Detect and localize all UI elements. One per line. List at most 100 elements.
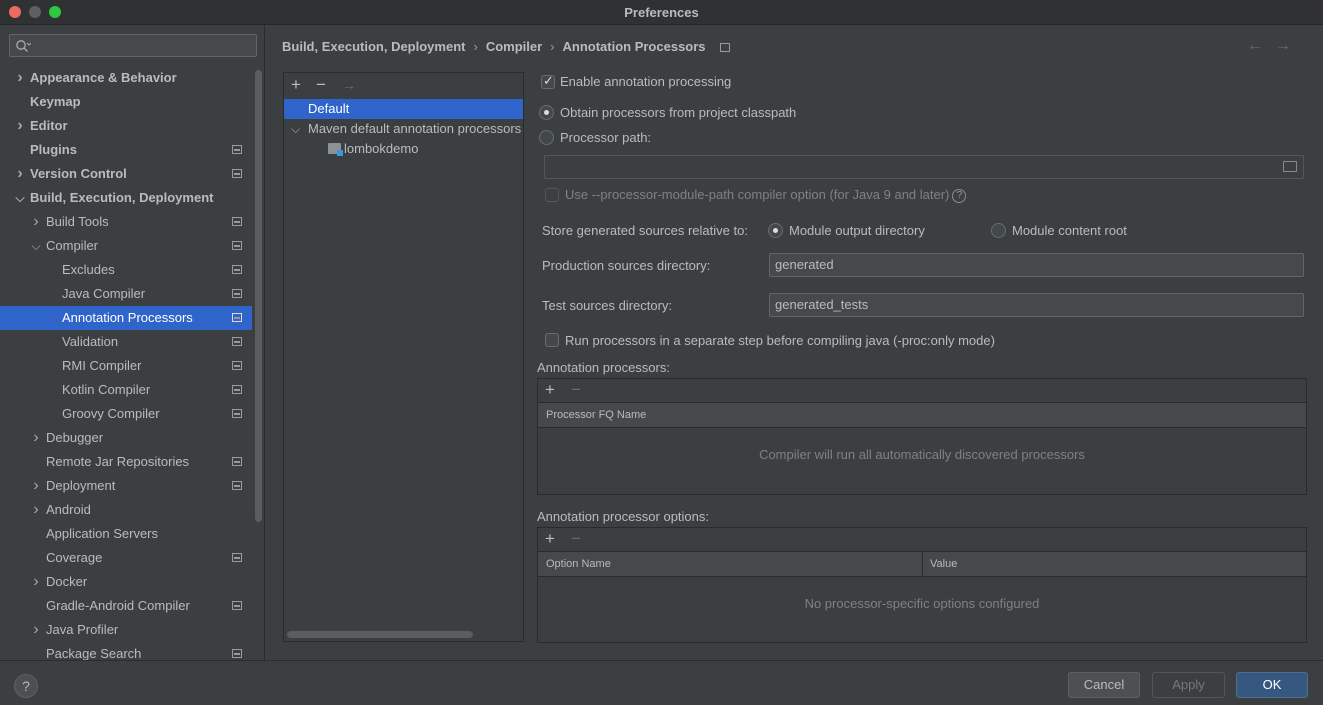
project-scope-icon	[719, 43, 730, 52]
project-scope-icon	[232, 265, 242, 274]
column-header-processor-fq-name[interactable]: Processor FQ Name	[546, 403, 646, 428]
move-module-icon[interactable]: →	[342, 76, 356, 94]
production-sources-field[interactable]: generated	[769, 253, 1304, 277]
chevron-right-icon[interactable]: ›	[30, 570, 42, 594]
sidebar-item-label: Groovy Compiler	[62, 406, 160, 421]
module-folder-icon	[328, 143, 343, 156]
enable-annotation-processing-label: Enable annotation processing	[560, 74, 732, 89]
sidebar-item-android[interactable]: › Android	[0, 498, 252, 522]
add-profile-icon[interactable]: +	[291, 76, 301, 94]
processor-path-radio[interactable]	[539, 130, 554, 145]
sidebar-item-java-profiler[interactable]: › Java Profiler	[0, 618, 252, 642]
processor-options-table: + − Option Name Value No processor-speci…	[537, 527, 1307, 643]
processor-options-title: Annotation processor options:	[537, 509, 709, 524]
sidebar-item-build-tools[interactable]: › Build Tools	[0, 210, 252, 234]
add-option-icon[interactable]: +	[545, 530, 555, 548]
project-scope-icon	[232, 457, 242, 466]
sidebar-item-validation[interactable]: Validation	[0, 330, 252, 354]
processor-module-path-checkbox[interactable]	[545, 188, 559, 202]
processor-path-field[interactable]	[544, 155, 1304, 179]
project-scope-icon	[232, 337, 242, 346]
annotation-processors-title: Annotation processors:	[537, 360, 670, 375]
chevron-down-icon[interactable]: ⌵	[30, 234, 42, 258]
ok-button[interactable]: OK	[1236, 672, 1308, 698]
sidebar-item-annotation-processors[interactable]: Annotation Processors	[0, 306, 252, 330]
remove-option-icon[interactable]: −	[571, 530, 581, 548]
chevron-right-icon[interactable]: ›	[14, 162, 26, 186]
profile-default[interactable]: Default	[284, 99, 523, 119]
browse-folder-icon[interactable]	[1283, 161, 1297, 172]
sidebar-item-deployment[interactable]: › Deployment	[0, 474, 252, 498]
help-icon[interactable]: ?	[952, 189, 967, 203]
options-empty-message: No processor-specific options configured	[804, 596, 1040, 611]
profiles-horizontal-scrollbar[interactable]	[287, 631, 473, 638]
enable-annotation-processing-checkbox[interactable]	[541, 73, 555, 89]
processors-empty-message: Compiler will run all automatically disc…	[759, 447, 1085, 462]
project-scope-icon	[232, 145, 242, 154]
sidebar-item-gradle-android-compiler[interactable]: Gradle-Android Compiler	[0, 594, 252, 618]
breadcrumb: Build, Execution, Deployment › Compiler › An…	[282, 39, 730, 54]
sidebar-item-docker[interactable]: › Docker	[0, 570, 252, 594]
project-scope-icon	[232, 217, 242, 226]
help-button[interactable]: ?	[14, 674, 38, 698]
chevron-right-icon[interactable]: ›	[30, 210, 42, 234]
apply-button[interactable]: Apply	[1152, 672, 1225, 698]
forward-arrow-icon[interactable]: →	[1275, 37, 1303, 54]
sidebar-item-compiler[interactable]: ⌵ Compiler	[0, 234, 252, 258]
sidebar-item-package-search[interactable]: Package Search	[0, 642, 252, 660]
sidebar-item-debugger[interactable]: › Debugger	[0, 426, 252, 450]
sidebar-item-kotlin-compiler[interactable]: Kotlin Compiler	[0, 378, 252, 402]
breadcrumb-item: Annotation Processors	[562, 39, 706, 54]
chevron-down-icon[interactable]: ⌵	[14, 186, 26, 210]
test-sources-field[interactable]: generated_tests	[769, 293, 1304, 317]
sidebar-item-build-execution-deployment[interactable]: ⌵ Build, Execution, Deployment	[0, 186, 252, 210]
sidebar-item-label: Coverage	[46, 550, 103, 565]
chevron-right-icon[interactable]: ›	[30, 474, 42, 498]
sidebar-item-rmi-compiler[interactable]: RMI Compiler	[0, 354, 252, 378]
column-divider[interactable]	[922, 552, 923, 577]
sidebar-item-label: Plugins	[30, 142, 77, 157]
settings-search-field[interactable]	[9, 34, 257, 57]
project-scope-icon	[232, 649, 242, 658]
chevron-right-icon[interactable]: ›	[14, 114, 26, 138]
sidebar-item-editor[interactable]: › Editor	[0, 114, 252, 138]
sidebar-item-excludes[interactable]: Excludes	[0, 258, 252, 282]
remove-processor-icon[interactable]: −	[571, 381, 581, 399]
separate-step-checkbox[interactable]	[545, 333, 559, 347]
chevron-right-icon[interactable]: ›	[14, 66, 26, 90]
column-header-value[interactable]: Value	[930, 552, 957, 577]
module-output-directory-radio[interactable]	[768, 223, 783, 238]
sidebar-item-label: Package Search	[46, 646, 142, 660]
breadcrumb-separator: ›	[473, 39, 478, 54]
test-sources-label: Test sources directory:	[542, 298, 673, 313]
sidebar-item-java-compiler[interactable]: Java Compiler	[0, 282, 252, 306]
back-arrow-icon[interactable]: ←	[1247, 37, 1275, 54]
sidebar-item-label: Editor	[30, 118, 68, 133]
add-processor-icon[interactable]: +	[545, 381, 555, 399]
module-content-root-label: Module content root	[1012, 223, 1127, 238]
obtain-from-classpath-radio[interactable]	[539, 105, 554, 120]
chevron-right-icon[interactable]: ›	[30, 426, 42, 450]
column-header-option-name[interactable]: Option Name	[546, 552, 611, 577]
options-table-header: Option Name Value	[538, 552, 1306, 577]
profile-maven-default[interactable]: ⌵ Maven default annotation processors pr…	[284, 119, 523, 139]
sidebar-item-groovy-compiler[interactable]: Groovy Compiler	[0, 402, 252, 426]
settings-sidebar: › Appearance & Behavior Keymap › Editor Plugi…	[0, 25, 265, 660]
module-lombokdemo[interactable]: lombokdemo	[284, 139, 523, 159]
sidebar-item-remote-jar-repositories[interactable]: Remote Jar Repositories	[0, 450, 252, 474]
cancel-button[interactable]: Cancel	[1068, 672, 1140, 698]
chevron-right-icon[interactable]: ›	[30, 618, 42, 642]
sidebar-item-appearance-behavior[interactable]: › Appearance & Behavior	[0, 66, 252, 90]
sidebar-item-label: Kotlin Compiler	[62, 382, 151, 397]
chevron-right-icon[interactable]: ›	[30, 498, 42, 522]
remove-profile-icon[interactable]: −	[316, 76, 326, 94]
module-content-root-radio[interactable]	[991, 223, 1006, 238]
sidebar-scrollbar[interactable]	[255, 70, 262, 522]
sidebar-item-label: Excludes	[62, 262, 115, 277]
sidebar-item-keymap[interactable]: Keymap	[0, 90, 252, 114]
sidebar-item-coverage[interactable]: Coverage	[0, 546, 252, 570]
chevron-down-icon[interactable]: ⌵	[291, 119, 300, 139]
sidebar-item-application-servers[interactable]: Application Servers	[0, 522, 252, 546]
sidebar-item-version-control[interactable]: › Version Control	[0, 162, 252, 186]
sidebar-item-plugins[interactable]: Plugins	[0, 138, 252, 162]
